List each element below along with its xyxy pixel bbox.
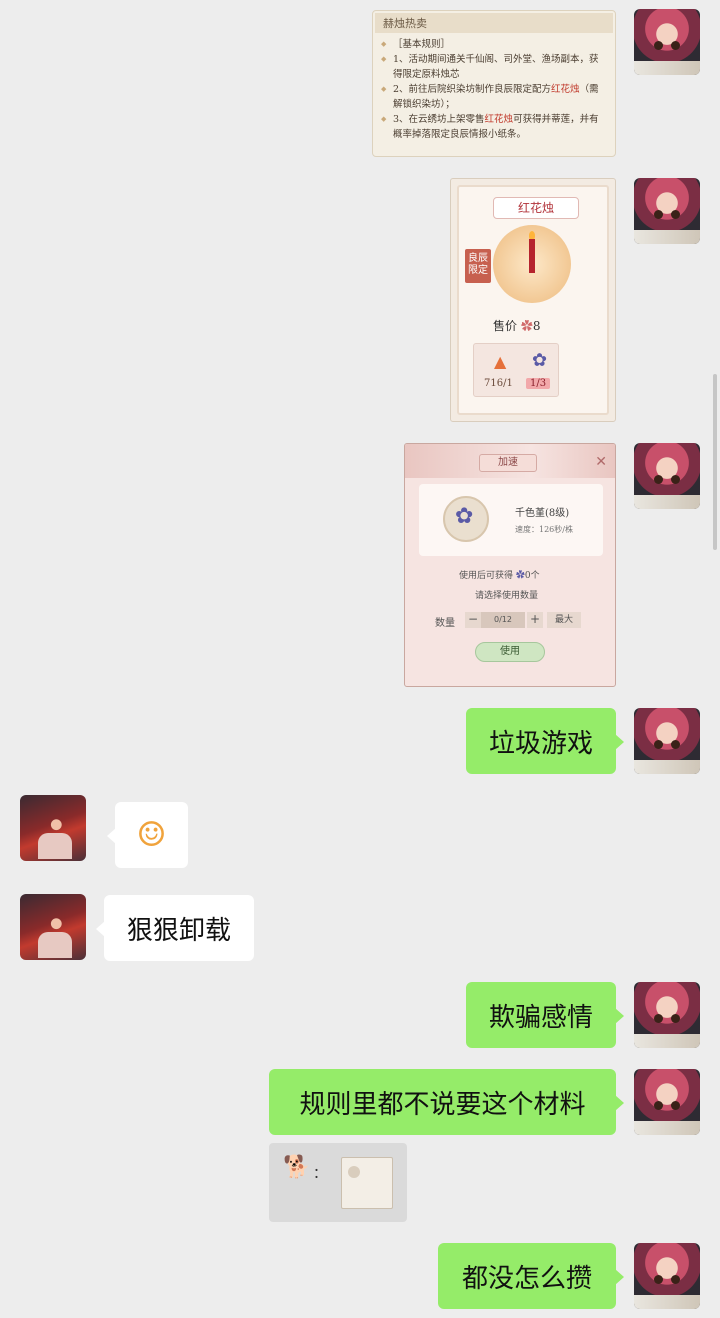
rules-line-3-highlight: 红花烛 bbox=[484, 114, 514, 125]
scrollbar[interactable] bbox=[713, 374, 717, 550]
quoted-message[interactable]: 🐕 ： bbox=[269, 1143, 407, 1222]
candle-icon bbox=[493, 225, 571, 303]
limited-tag: 良辰限定 bbox=[465, 249, 491, 283]
flower-icon bbox=[443, 496, 489, 542]
rules-line-3: 3、在云绣坊上架零售红花烛可获得并蒂莲，并有概率掉落限定良辰情报小纸条。 bbox=[381, 112, 607, 142]
avatar-collar bbox=[634, 760, 700, 774]
plus-button: + bbox=[527, 612, 543, 628]
max-button: 最大 bbox=[547, 612, 581, 628]
price-label: 售价 bbox=[493, 319, 518, 333]
contact-avatar[interactable] bbox=[20, 795, 86, 861]
my-avatar[interactable] bbox=[634, 443, 700, 509]
speedup-image-message[interactable]: 加速 ✕ 千色堇(8级) 速度：126秒/株 使用后可获得 ✿0个 请选择使用数… bbox=[404, 443, 616, 687]
my-avatar[interactable] bbox=[634, 708, 700, 774]
rules-line-1-text: 1、活动期间通关千仙阁、司外堂、渔场副本，获得限定原料烛芯 bbox=[393, 54, 599, 80]
choose-text: 请选择使用数量 bbox=[475, 591, 539, 601]
avatar-eyes bbox=[654, 1275, 680, 1285]
avatar-eyes bbox=[654, 740, 680, 750]
rules-section: ［基本规则］ bbox=[381, 37, 607, 52]
rules-line-1: 1、活动期间通关千仙阁、司外堂、渔场副本，获得限定原料烛芯 bbox=[381, 52, 607, 82]
avatar-eyes bbox=[654, 210, 680, 220]
my-avatar[interactable] bbox=[634, 982, 700, 1048]
avatar-eyes bbox=[654, 41, 680, 51]
avatar-collar bbox=[634, 1295, 700, 1309]
message-bubble-sent[interactable]: 垃圾游戏 bbox=[466, 708, 624, 774]
avatar-collar bbox=[634, 1034, 700, 1048]
candle-image-message[interactable]: 红花烛 良辰限定 售价 ✿8 ▲ ✿ 716/1 1/3 bbox=[450, 178, 616, 422]
close-icon: ✕ bbox=[595, 454, 607, 470]
candle-stick bbox=[529, 239, 535, 273]
minus-button: − bbox=[465, 612, 481, 628]
rules-line-2-highlight: 红花烛 bbox=[551, 84, 580, 95]
rules-title: 赫烛热卖 bbox=[375, 13, 613, 33]
candle-title: 红花烛 bbox=[493, 197, 579, 219]
my-avatar[interactable] bbox=[634, 1243, 700, 1309]
rules-line-3-text-a: 3、在云绣坊上架零售 bbox=[393, 114, 485, 125]
avatar-eyes bbox=[654, 475, 680, 485]
avatar-body bbox=[38, 833, 72, 859]
get-label: 使用后可获得 bbox=[459, 571, 514, 581]
dog-icon: 🐕 bbox=[283, 1155, 311, 1180]
quoted-image-thumbnail bbox=[341, 1157, 393, 1209]
use-button: 使用 bbox=[475, 642, 545, 662]
rules-line-2: 2、前往后院织染坊制作良辰限定配方红花烛（需解锁织染坊）； bbox=[381, 82, 607, 112]
message-bubble-sent[interactable]: 欺骗感情 bbox=[466, 982, 624, 1048]
flower-icon: ✿ bbox=[532, 350, 548, 371]
item-box: 千色堇(8级) 速度：126秒/株 bbox=[419, 484, 603, 556]
message-bubble-sent[interactable]: 都没怎么攒 bbox=[438, 1243, 624, 1309]
lotus-icon: ✿ bbox=[520, 319, 533, 333]
avatar-collar bbox=[634, 1121, 700, 1135]
item-speed: 速度：126秒/株 bbox=[515, 525, 573, 534]
candle-card-frame: 红花烛 良辰限定 售价 ✿8 ▲ ✿ 716/1 1/3 bbox=[457, 185, 609, 415]
rules-image-message[interactable]: 赫烛热卖 ［基本规则］ 1、活动期间通关千仙阁、司外堂、渔场副本，获得限定原料烛… bbox=[372, 10, 616, 157]
my-avatar[interactable] bbox=[634, 178, 700, 244]
get-text: 使用后可获得 ✿0个 bbox=[459, 568, 540, 581]
price-value: 8 bbox=[532, 319, 541, 333]
message-bubble-sent[interactable]: 规则里都不说要这个材料 bbox=[269, 1069, 624, 1135]
avatar-collar bbox=[634, 61, 700, 75]
material-2-count: 1/3 bbox=[526, 378, 551, 389]
flower-small-icon: ✿ bbox=[515, 571, 525, 581]
speedup-header: 加速 ✕ bbox=[405, 444, 615, 478]
message-bubble-received[interactable]: 狠狠卸载 bbox=[96, 895, 254, 961]
quantity-label: 数量 bbox=[435, 618, 455, 629]
materials-box: ▲ ✿ 716/1 1/3 bbox=[473, 343, 559, 397]
quantity-count: 0/12 bbox=[481, 612, 525, 628]
quote-colon: ： bbox=[313, 1166, 327, 1182]
get-count: 0个 bbox=[524, 571, 540, 581]
avatar-collar bbox=[634, 495, 700, 509]
emoji-message[interactable]: ☺ bbox=[107, 802, 188, 868]
rules-line-2-text-a: 2、前往后院织染坊制作良辰限定配方 bbox=[393, 84, 552, 95]
avatar-eyes bbox=[654, 1014, 680, 1024]
speedup-title: 加速 bbox=[479, 454, 537, 472]
item-name: 千色堇(8级) bbox=[515, 508, 570, 519]
my-avatar[interactable] bbox=[634, 9, 700, 75]
avatar-eyes bbox=[654, 1101, 680, 1111]
contact-avatar[interactable] bbox=[20, 894, 86, 960]
my-avatar[interactable] bbox=[634, 1069, 700, 1135]
avatar-body bbox=[38, 932, 72, 958]
price-row: 售价 ✿8 bbox=[493, 317, 541, 334]
material-1-count: 716/1 bbox=[484, 378, 513, 389]
avatar-collar bbox=[634, 230, 700, 244]
wick-icon: ▲ bbox=[494, 352, 507, 371]
dog-face-emoji-icon: ☺ bbox=[136, 815, 167, 855]
